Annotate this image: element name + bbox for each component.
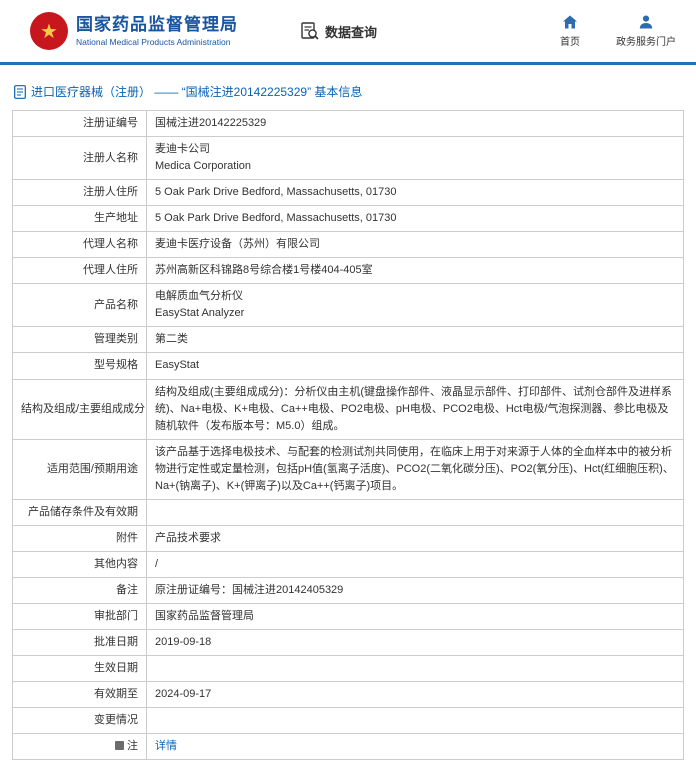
table-row: 审批部门国家药品监督管理局 xyxy=(13,603,684,629)
org-name-en: National Medical Products Administration xyxy=(76,37,238,47)
info-table-body: 注册证编号国械注进20142225329注册人名称麦迪卡公司 Medica Co… xyxy=(13,111,684,760)
row-label: 备注 xyxy=(13,577,147,603)
row-value: 结构及组成(主要组成成分)：分析仪由主机(键盘操作部件、液晶显示部件、打印部件、… xyxy=(147,379,684,439)
row-value: 2024-09-17 xyxy=(147,682,684,708)
row-label: 生产地址 xyxy=(13,206,147,232)
row-value: 麦迪卡公司 Medica Corporation xyxy=(147,137,684,180)
info-table: 注册证编号国械注进20142225329注册人名称麦迪卡公司 Medica Co… xyxy=(12,110,684,760)
note-icon xyxy=(115,741,124,750)
site-header: ★ 国家药品监督管理局 National Medical Products Ad… xyxy=(0,0,696,62)
document-icon xyxy=(14,85,26,99)
table-row: 附件产品技术要求 xyxy=(13,525,684,551)
table-row: 产品名称电解质血气分析仪 EasyStat Analyzer xyxy=(13,284,684,327)
table-row: 注册人住所5 Oak Park Drive Bedford, Massachus… xyxy=(13,180,684,206)
table-row: 批准日期2019-09-18 xyxy=(13,630,684,656)
table-row: 代理人住所苏州高新区科锦路8号综合楼1号楼404-405室 xyxy=(13,258,684,284)
nav-data-query[interactable]: 数据查询 xyxy=(300,21,377,41)
row-value: 5 Oak Park Drive Bedford, Massachusetts,… xyxy=(147,180,684,206)
home-icon xyxy=(562,14,578,30)
row-label: 注册证编号 xyxy=(13,111,147,137)
row-label: 变更情况 xyxy=(13,708,147,734)
nmpa-logo: ★ 国家药品监督管理局 National Medical Products Ad… xyxy=(30,12,238,50)
nav-home-label: 首页 xyxy=(560,33,580,48)
table-row: 适用范围/预期用途该产品基于选择电极技术、与配套的检测试剂共同使用，在临床上用于… xyxy=(13,439,684,499)
page: ★ 国家药品监督管理局 National Medical Products Ad… xyxy=(0,0,696,770)
org-names: 国家药品监督管理局 National Medical Products Admi… xyxy=(76,15,238,47)
table-row: 注详情 xyxy=(13,734,684,760)
row-value: 电解质血气分析仪 EasyStat Analyzer xyxy=(147,284,684,327)
table-row: 型号规格EasyStat xyxy=(13,353,684,379)
row-value xyxy=(147,499,684,525)
table-row: 生效日期 xyxy=(13,656,684,682)
row-value: 5 Oak Park Drive Bedford, Massachusetts,… xyxy=(147,206,684,232)
row-value: 2019-09-18 xyxy=(147,630,684,656)
row-label: 适用范围/预期用途 xyxy=(13,439,147,499)
row-label: 管理类别 xyxy=(13,327,147,353)
row-label: 有效期至 xyxy=(13,682,147,708)
row-value: 产品技术要求 xyxy=(147,525,684,551)
table-row: 备注原注册证编号：国械注进20142405329 xyxy=(13,577,684,603)
row-value: 详情 xyxy=(147,734,684,760)
row-value xyxy=(147,656,684,682)
row-value: / xyxy=(147,551,684,577)
row-label: 附件 xyxy=(13,525,147,551)
table-row: 代理人名称麦迪卡医疗设备（苏州）有限公司 xyxy=(13,232,684,258)
table-row: 有效期至2024-09-17 xyxy=(13,682,684,708)
row-label: 注 xyxy=(13,734,147,760)
user-icon xyxy=(638,14,654,30)
row-value: 第二类 xyxy=(147,327,684,353)
row-value: 该产品基于选择电极技术、与配套的检测试剂共同使用，在临床上用于对来源于人体的全血… xyxy=(147,439,684,499)
table-row: 注册人名称麦迪卡公司 Medica Corporation xyxy=(13,137,684,180)
table-row: 变更情况 xyxy=(13,708,684,734)
table-row: 结构及组成/主要组成成分结构及组成(主要组成成分)：分析仪由主机(键盘操作部件、… xyxy=(13,379,684,439)
right-nav: 首页 政务服务门户 xyxy=(552,14,676,48)
row-value: 国械注进20142225329 xyxy=(147,111,684,137)
row-label: 注册人名称 xyxy=(13,137,147,180)
row-label: 注册人住所 xyxy=(13,180,147,206)
row-label: 其他内容 xyxy=(13,551,147,577)
data-query-label: 数据查询 xyxy=(325,22,377,41)
row-label: 批准日期 xyxy=(13,630,147,656)
row-value xyxy=(147,708,684,734)
row-label: 代理人名称 xyxy=(13,232,147,258)
detail-link[interactable]: 详情 xyxy=(155,740,177,752)
national-emblem-icon: ★ xyxy=(30,12,68,50)
main-content: 进口医疗器械（注册） —— “国械注进20142225329” 基本信息 注册证… xyxy=(0,65,696,770)
org-name-cn: 国家药品监督管理局 xyxy=(76,15,238,35)
table-row: 生产地址5 Oak Park Drive Bedford, Massachuse… xyxy=(13,206,684,232)
table-row: 注册证编号国械注进20142225329 xyxy=(13,111,684,137)
row-label: 产品储存条件及有效期 xyxy=(13,499,147,525)
row-label: 审批部门 xyxy=(13,603,147,629)
nav-home[interactable]: 首页 xyxy=(552,14,588,48)
row-value: 国家药品监督管理局 xyxy=(147,603,684,629)
data-query-icon xyxy=(300,21,320,41)
row-value: EasyStat xyxy=(147,353,684,379)
nav-portal-label: 政务服务门户 xyxy=(616,33,676,48)
row-label: 产品名称 xyxy=(13,284,147,327)
row-label: 生效日期 xyxy=(13,656,147,682)
row-label: 代理人住所 xyxy=(13,258,147,284)
row-value: 麦迪卡医疗设备（苏州）有限公司 xyxy=(147,232,684,258)
table-row: 管理类别第二类 xyxy=(13,327,684,353)
row-value: 原注册证编号：国械注进20142405329 xyxy=(147,577,684,603)
row-value: 苏州高新区科锦路8号综合楼1号楼404-405室 xyxy=(147,258,684,284)
nav-portal[interactable]: 政务服务门户 xyxy=(616,14,676,48)
table-row: 其他内容/ xyxy=(13,551,684,577)
row-label: 型号规格 xyxy=(13,353,147,379)
table-row: 产品储存条件及有效期 xyxy=(13,499,684,525)
row-label: 结构及组成/主要组成成分 xyxy=(13,379,147,439)
breadcrumb-text: 进口医疗器械（注册） —— “国械注进20142225329” 基本信息 xyxy=(31,83,362,100)
breadcrumb: 进口医疗器械（注册） —— “国械注进20142225329” 基本信息 xyxy=(14,83,684,100)
